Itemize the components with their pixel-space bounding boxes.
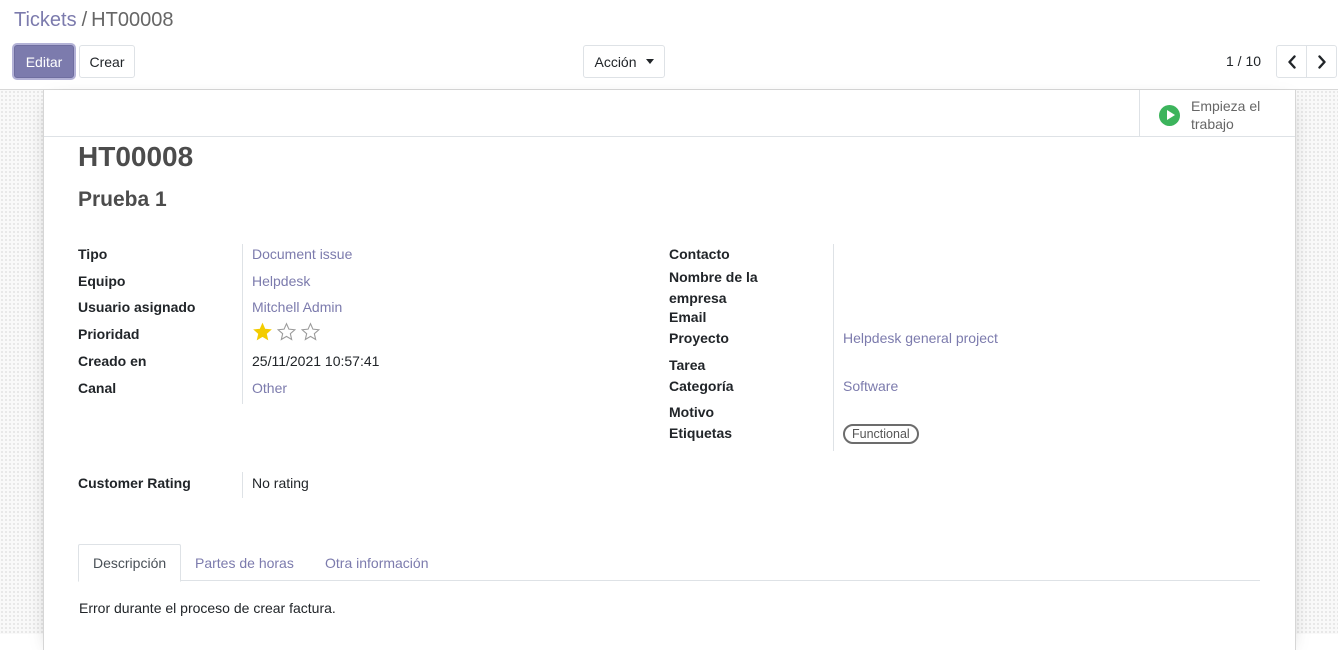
control-panel: Tickets / HT00008 Editar Crear Acción 1 / …	[0, 0, 1338, 90]
breadcrumb: Tickets / HT00008	[14, 9, 173, 32]
chevron-left-icon	[1287, 54, 1296, 69]
tab-descripcion[interactable]: Descripción	[78, 544, 182, 582]
breadcrumb-current: HT00008	[91, 9, 174, 31]
canal-value[interactable]: Other	[252, 380, 287, 396]
creado-en-label: Creado en	[78, 353, 147, 369]
pager-value[interactable]: 1 / 10	[1226, 53, 1261, 69]
nombre-empresa-label-line2: empresa	[669, 290, 727, 306]
star-empty-icon[interactable]	[276, 322, 297, 342]
caret-down-icon	[645, 59, 654, 64]
start-work-label-line1: Empieza el	[1191, 98, 1261, 114]
start-work-label: Empieza el trabajo	[1191, 97, 1291, 133]
tipo-label: Tipo	[78, 246, 108, 262]
rating-divider	[242, 472, 243, 498]
categoria-value[interactable]: Software	[843, 378, 898, 394]
motivo-label: Motivo	[669, 404, 715, 420]
button-box: Empieza el trabajo	[44, 90, 1295, 137]
create-button[interactable]: Crear	[79, 45, 135, 78]
tipo-value[interactable]: Document issue	[252, 246, 352, 262]
notebook-tabs: Descripción Partes de horas Otra informa…	[78, 544, 1260, 582]
email-label: Email	[669, 309, 707, 325]
breadcrumb-separator: /	[81, 9, 88, 31]
equipo-value[interactable]: Helpdesk	[252, 273, 310, 289]
nombre-empresa-label-line1: Nombre de la	[669, 269, 758, 285]
play-circle-icon	[1159, 105, 1180, 126]
ticket-reference: HT00008	[78, 141, 194, 172]
form-sheet: Empieza el trabajo HT00008 Prueba 1 Tipo…	[43, 90, 1296, 650]
start-work-label-line2: trabajo	[1191, 116, 1234, 132]
etiquetas-label: Etiquetas	[669, 425, 733, 441]
creado-en-value: 25/11/2021 10:57:41	[252, 353, 380, 369]
usuario-asignado-value[interactable]: Mitchell Admin	[252, 299, 342, 315]
right-group-divider	[833, 244, 834, 451]
priority-stars	[252, 322, 321, 342]
breadcrumb-tickets-link[interactable]: Tickets	[14, 9, 77, 31]
proyecto-label: Proyecto	[669, 330, 729, 346]
star-filled-icon[interactable]	[252, 322, 273, 342]
action-label: Acción	[594, 53, 637, 70]
star-empty-icon[interactable]	[300, 322, 321, 342]
edit-button[interactable]: Editar	[14, 45, 74, 78]
tarea-label: Tarea	[669, 357, 706, 373]
contacto-label: Contacto	[669, 246, 730, 262]
equipo-label: Equipo	[78, 273, 126, 289]
nombre-empresa-label: Nombre de la empresa	[669, 267, 758, 309]
proyecto-value[interactable]: Helpdesk general project	[843, 330, 998, 346]
canal-label: Canal	[78, 380, 117, 396]
pager-previous-button[interactable]	[1276, 45, 1307, 78]
prioridad-label: Prioridad	[78, 326, 140, 342]
pager-next-button[interactable]	[1306, 45, 1337, 78]
left-group-divider	[242, 244, 243, 404]
customer-rating-label: Customer Rating	[78, 475, 191, 491]
categoria-label: Categoría	[669, 378, 734, 394]
description-text[interactable]: Error durante el proceso de crear factur…	[79, 600, 336, 616]
usuario-asignado-label: Usuario asignado	[78, 299, 196, 315]
tag-functional[interactable]: Functional	[843, 424, 919, 444]
start-work-button[interactable]: Empieza el trabajo	[1139, 90, 1295, 137]
tab-partes-de-horas[interactable]: Partes de horas	[181, 544, 308, 581]
tab-otra-informacion[interactable]: Otra información	[311, 544, 442, 581]
action-dropdown[interactable]: Acción	[583, 45, 665, 78]
chevron-right-icon	[1317, 54, 1326, 69]
ticket-name: Prueba 1	[78, 188, 167, 211]
customer-rating-value: No rating	[252, 475, 309, 491]
